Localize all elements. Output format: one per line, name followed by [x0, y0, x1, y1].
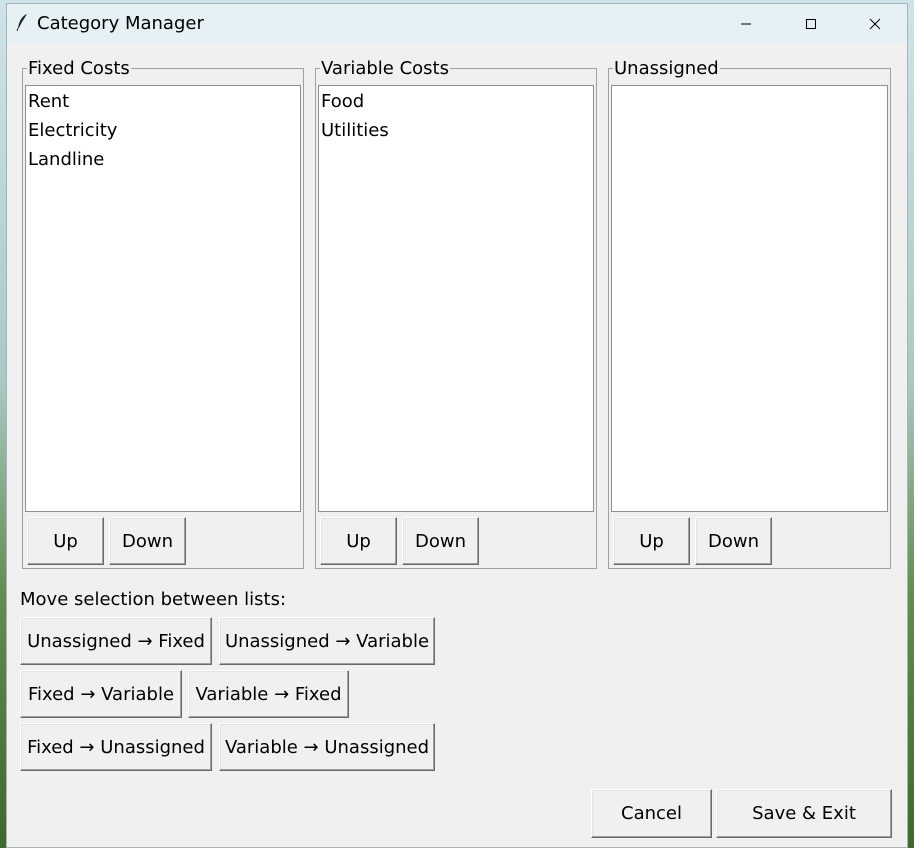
maximize-button[interactable] [788, 4, 834, 44]
fixed-to-variable-button[interactable]: Fixed → Variable [20, 670, 182, 718]
close-button[interactable] [852, 4, 898, 44]
unassigned-down-button[interactable]: Down [695, 517, 772, 565]
variable-to-fixed-button[interactable]: Variable → Fixed [188, 670, 349, 718]
unassigned-listbox[interactable] [611, 85, 888, 512]
fixed-costs-listbox[interactable]: Rent Electricity Landline [25, 85, 301, 512]
variable-up-button[interactable]: Up [320, 517, 397, 565]
window-title: Category Manager [37, 13, 204, 34]
category-manager-window: Category Manager Fixed Costs Rent Electr… [6, 3, 908, 848]
fixed-to-unassigned-button[interactable]: Fixed → Unassigned [20, 723, 212, 771]
maximize-icon [806, 19, 816, 29]
feather-icon [16, 14, 27, 31]
variable-costs-listbox[interactable]: Food Utilities [318, 85, 594, 512]
unassigned-up-button[interactable]: Up [613, 517, 690, 565]
variable-costs-group: Variable Costs Food Utilities Up Down [315, 59, 597, 569]
list-item[interactable]: Rent [28, 92, 69, 112]
unassigned-to-variable-button[interactable]: Unassigned → Variable [219, 617, 435, 665]
fixed-costs-group: Fixed Costs Rent Electricity Landline Up… [22, 59, 304, 569]
minimize-icon [741, 23, 751, 25]
title-bar: Category Manager [7, 4, 907, 44]
minimize-button[interactable] [723, 4, 769, 44]
list-item[interactable]: Utilities [321, 121, 389, 141]
unassigned-to-fixed-button[interactable]: Unassigned → Fixed [20, 617, 212, 665]
list-item[interactable]: Landline [28, 150, 104, 170]
fixed-costs-label: Fixed Costs [27, 58, 131, 79]
move-selection-label: Move selection between lists: [20, 589, 287, 610]
close-icon [869, 18, 881, 30]
fixed-down-button[interactable]: Down [109, 517, 186, 565]
variable-down-button[interactable]: Down [402, 517, 479, 565]
cancel-button[interactable]: Cancel [591, 789, 712, 838]
variable-costs-label: Variable Costs [320, 58, 450, 79]
save-exit-button[interactable]: Save & Exit [716, 789, 892, 838]
variable-to-unassigned-button[interactable]: Variable → Unassigned [219, 723, 435, 771]
unassigned-label: Unassigned [613, 58, 720, 79]
list-item[interactable]: Food [321, 92, 364, 112]
fixed-up-button[interactable]: Up [27, 517, 104, 565]
unassigned-group: Unassigned Up Down [608, 59, 891, 569]
list-item[interactable]: Electricity [28, 121, 117, 141]
